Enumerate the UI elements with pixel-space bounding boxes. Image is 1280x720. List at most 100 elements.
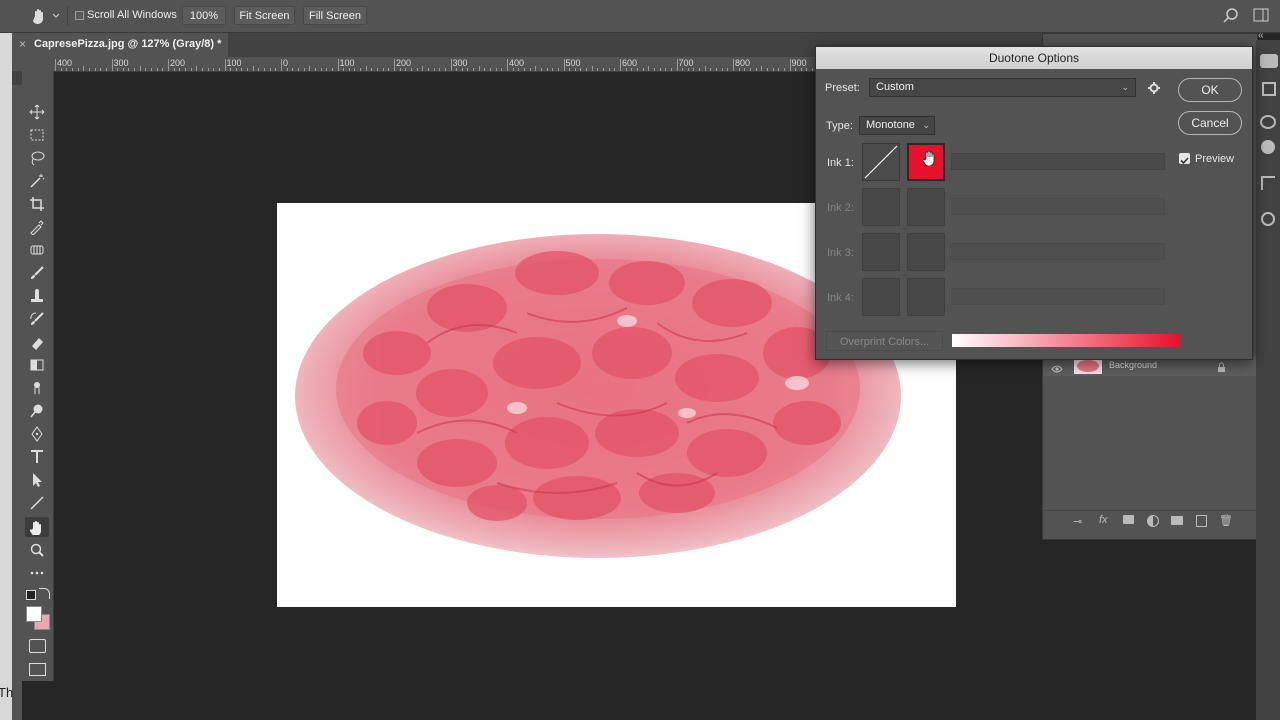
patch-tool-icon[interactable] (25, 240, 49, 260)
ruler-tick (405, 68, 407, 71)
document-tab[interactable]: × CapresePizza.jpg @ 127% (Gray/8) * (12, 33, 228, 57)
more-tools-icon[interactable] (25, 563, 49, 583)
ruler-tick (145, 68, 147, 71)
close-tab-icon[interactable]: × (19, 37, 26, 51)
delete-layer-icon[interactable]: 🗑 (1219, 514, 1233, 527)
ruler-tick (620, 59, 621, 71)
move-tool-icon[interactable] (25, 102, 49, 122)
ruler-tick (665, 68, 667, 71)
duotone-options-dialog: Duotone Options Preset: Custom ⌄ OK Canc… (815, 46, 1253, 360)
ruler-tick (529, 68, 531, 71)
adjustments-icon[interactable] (1260, 115, 1276, 129)
ink-1-name-field[interactable] (951, 153, 1165, 170)
ruler-tick (591, 66, 593, 71)
ruler-tick (456, 68, 458, 71)
foreground-color-swatch[interactable] (26, 606, 42, 622)
ruler-tick (507, 59, 508, 71)
paths-icon[interactable] (1261, 176, 1275, 190)
ruler-label: 100 (226, 58, 242, 68)
ruler-tick (286, 68, 288, 71)
screen-mode-icon[interactable] (29, 663, 46, 676)
fx-icon[interactable]: fx (1099, 514, 1108, 526)
preset-options-gear-icon[interactable] (1147, 81, 1161, 95)
ruler-tick (60, 68, 62, 71)
hand-tool-preset-icon[interactable] (30, 7, 60, 25)
preview-label: Preview (1195, 153, 1235, 165)
collapse-panels-icon[interactable]: « (1258, 30, 1264, 41)
ink-4-curve-box (862, 278, 900, 316)
fill-screen-button[interactable]: Fill Screen (303, 6, 367, 25)
document-tab-title: CapresePizza.jpg @ 127% (Gray/8) * (34, 38, 222, 50)
zoom-100-button[interactable]: 100% (182, 6, 226, 25)
ruler-tick (230, 68, 232, 71)
brush-tool-icon[interactable] (25, 263, 49, 283)
panel-icon-strip: « (1256, 30, 1280, 720)
ruler-tick (427, 68, 429, 71)
ruler-label: 500 (565, 58, 581, 68)
new-group-icon[interactable] (1171, 516, 1183, 525)
swatches-icon[interactable] (1261, 140, 1275, 154)
ruler-tick (648, 66, 650, 71)
ruler-label: 800 (735, 58, 751, 68)
pen-tool-icon[interactable] (25, 424, 49, 444)
adjustment-layer-icon[interactable] (1147, 515, 1159, 527)
marquee-tool-icon[interactable] (25, 125, 49, 145)
eraser-tool-icon[interactable] (25, 332, 49, 352)
ruler-tick (478, 66, 480, 71)
visibility-eye-icon[interactable] (1051, 361, 1063, 373)
crop-tool-icon[interactable] (25, 194, 49, 214)
ruler-tick (292, 68, 294, 71)
ink-3-color-swatch (907, 233, 945, 271)
color-ramp (952, 334, 1180, 347)
ruler-label: 200 (396, 58, 412, 68)
search-icon[interactable] (1222, 7, 1240, 25)
stamp-tool-icon[interactable] (25, 286, 49, 306)
new-layer-icon[interactable] (1196, 515, 1207, 527)
dodge-tool-icon[interactable] (25, 401, 49, 421)
smudge-tool-icon[interactable] (25, 378, 49, 398)
ruler-tick (766, 68, 768, 71)
ruler-tick (66, 68, 68, 71)
ruler-tick (653, 68, 655, 71)
magic-wand-icon[interactable] (25, 171, 49, 191)
overprint-colors-button[interactable]: Overprint Colors... (826, 331, 943, 351)
ruler-tick (281, 59, 282, 71)
ruler-tick (196, 66, 198, 71)
preview-checkbox[interactable] (1179, 153, 1190, 165)
preset-select[interactable]: Custom ⌄ (869, 78, 1136, 97)
lasso-tool-icon[interactable] (25, 148, 49, 168)
ruler-tick (789, 59, 791, 71)
ruler-tick (269, 68, 271, 71)
link-layers-icon[interactable]: ⊸ (1073, 515, 1082, 528)
layer-mask-icon[interactable] (1123, 515, 1134, 524)
ruler-tick (162, 68, 164, 71)
workspace-icon[interactable] (1253, 8, 1269, 22)
history-brush-icon[interactable] (25, 309, 49, 329)
ruler-tick (331, 68, 333, 71)
fit-screen-button[interactable]: Fit Screen (234, 6, 295, 25)
ruler-tick (343, 68, 345, 71)
type-tool-icon[interactable] (25, 447, 49, 467)
grid-icon[interactable] (1262, 82, 1276, 96)
gradient-tool-icon[interactable] (25, 355, 49, 375)
ink-1-curve-box[interactable] (862, 143, 900, 181)
default-colors-icon[interactable] (26, 590, 36, 600)
path-selection-icon[interactable] (25, 470, 49, 490)
ruler-tick (597, 68, 599, 71)
hand-tool-icon[interactable] (25, 517, 49, 537)
ruler-tick (94, 68, 96, 71)
ok-button[interactable]: OK (1178, 78, 1242, 102)
ruler-tick (399, 68, 401, 71)
zoom-tool-icon[interactable] (25, 540, 49, 560)
options-bar: Scroll All Windows 100% Fit Screen Fill … (0, 0, 1280, 33)
channels-icon[interactable] (1261, 212, 1275, 226)
cancel-button[interactable]: Cancel (1178, 111, 1242, 135)
eyedropper-icon[interactable] (25, 217, 49, 237)
quick-mask-icon[interactable] (29, 639, 46, 653)
scroll-all-windows-checkbox[interactable] (75, 11, 84, 20)
libraries-icon[interactable] (1260, 54, 1278, 68)
ruler-tick (326, 68, 328, 71)
line-tool-icon[interactable] (25, 493, 49, 513)
swap-colors-icon[interactable] (39, 588, 50, 599)
type-select[interactable]: Monotone ⌄ (859, 116, 935, 135)
